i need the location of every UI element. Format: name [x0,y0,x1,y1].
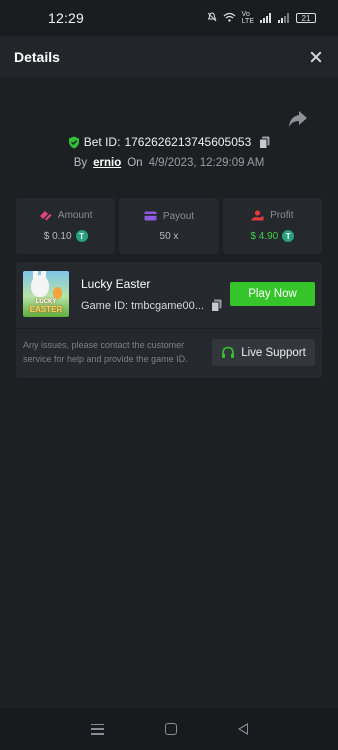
copy-game-id-icon[interactable] [210,299,222,312]
thumbnail-logo: LUCKY EASTER [29,299,63,314]
bet-id-row: Bet ID: 1762626213745605053 [0,133,338,151]
mute-icon [207,11,217,25]
close-button[interactable] [308,49,324,65]
bet-id-value: 1762626213745605053 [124,135,252,149]
header: Details [0,36,338,78]
profit-icon [251,210,264,221]
game-thumbnail[interactable]: LUCKY EASTER [23,271,69,317]
game-card: LUCKY EASTER Lucky Easter Game ID: tmbcg… [16,262,322,378]
payout-label: Payout [162,210,195,222]
amount-label: Amount [57,210,93,221]
amount-value: $ 0.10 [43,230,72,242]
stat-payout: Payout 50 x [119,198,219,254]
on-label: On [127,157,143,169]
volte-icon: Vo LTE [241,11,254,25]
bet-stats: Amount $ 0.10 T Payout 50 x Profit $ 4.9… [16,198,322,254]
payout-icon [144,211,157,221]
play-now-button[interactable]: Play Now [230,282,315,306]
system-nav-bar [0,708,338,750]
game-id-row: Game ID: tmbcgame00... [81,299,222,312]
live-support-button[interactable]: Live Support [212,339,315,366]
usdt-icon: T [282,230,295,242]
page-title: Details [14,49,60,65]
usdt-icon: T [75,230,88,242]
bet-meta-row: By ernio On 4/9/2023, 12:29:09 AM [0,154,338,172]
profit-label: Profit [270,210,294,221]
back-button[interactable] [237,723,248,735]
amount-icon [39,211,52,221]
bet-id-label: Bet ID: [83,135,121,149]
verified-shield-icon [68,136,79,148]
username-link[interactable]: ernio [93,157,121,169]
bet-datetime: 4/9/2023, 12:29:09 AM [148,157,265,169]
status-time: 12:29 [48,10,85,26]
wifi-icon [223,12,236,25]
game-id: Game ID: tmbcgame00... [81,299,204,312]
battery-icon: 21 [296,13,316,23]
by-label: By [73,157,88,169]
stat-profit: Profit $ 4.90 T [222,198,322,254]
signal-icon [260,13,272,23]
headset-icon [222,346,235,358]
game-name: Lucky Easter [81,277,151,291]
status-bar: 12:29 Vo LTE 21 [0,0,338,36]
stat-amount: Amount $ 0.10 T [16,198,116,254]
live-support-label: Live Support [241,346,306,359]
divider [16,328,322,329]
status-icons: Vo LTE 21 [207,11,316,25]
copy-icon[interactable] [259,136,270,149]
profit-value: $ 4.90 [250,230,279,242]
egg-illustration [53,287,62,299]
signal-icon-2 [278,13,290,23]
recents-button[interactable] [90,723,104,735]
support-notice: Any issues, please contact the customer … [23,340,188,364]
share-button[interactable] [288,110,308,128]
payout-value: 50 x [159,230,179,242]
share-icon [289,111,307,127]
home-button[interactable] [164,723,177,735]
